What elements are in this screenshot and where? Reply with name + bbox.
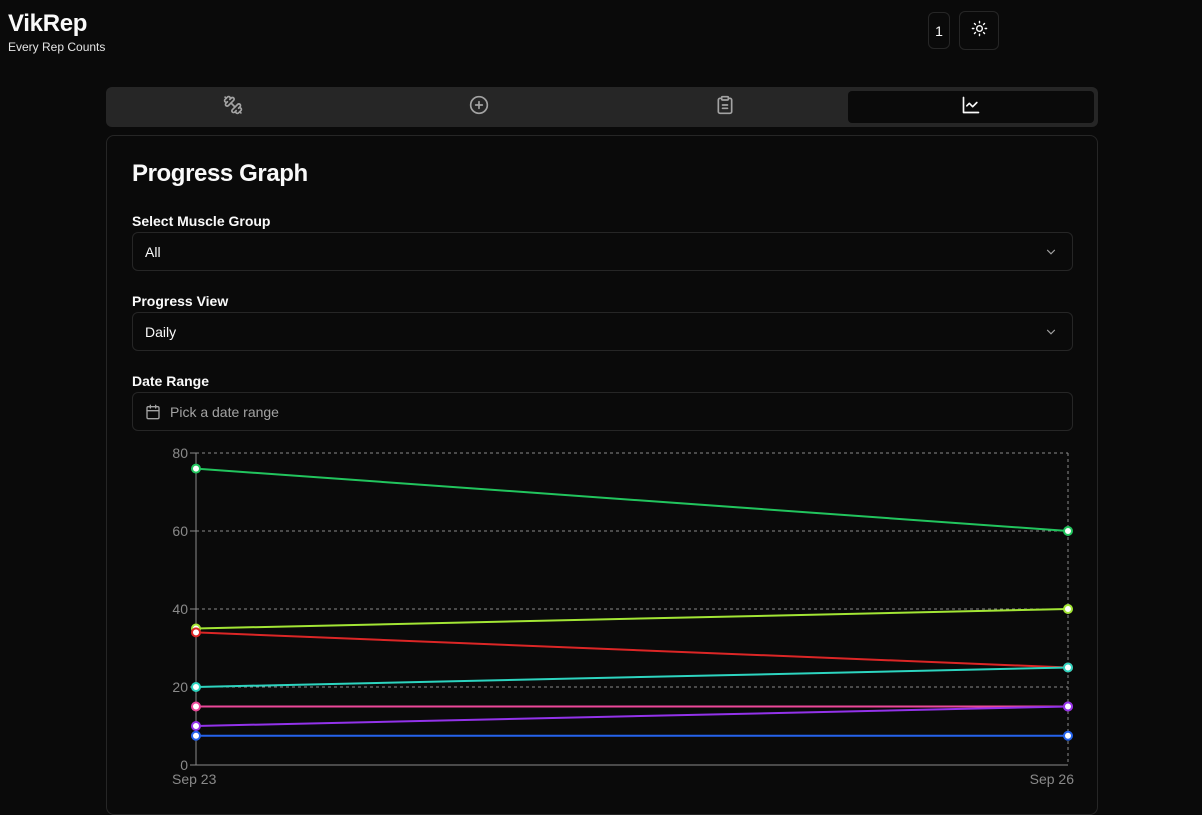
data-point: [1063, 662, 1073, 673]
series-line: [195, 467, 1069, 532]
x-tick-label: Sep 26: [1030, 771, 1075, 787]
series-line: [195, 666, 1069, 688]
data-point: [191, 463, 201, 474]
data-point: [1063, 730, 1073, 741]
data-point: [191, 627, 201, 638]
progress-line-chart: 020406080Sep 23 Sep 26: [172, 445, 1075, 787]
y-tick-label: 40: [172, 601, 188, 617]
data-point: [1063, 604, 1073, 614]
y-tick-label: 80: [172, 445, 188, 461]
data-point: [1063, 701, 1073, 712]
data-point: [191, 730, 201, 741]
data-point: [191, 701, 201, 712]
x-tick-label: Sep 23: [172, 771, 217, 787]
series-line: [195, 608, 1069, 630]
series-line: [195, 705, 1069, 727]
y-tick-label: 60: [172, 523, 188, 539]
y-tick-label: 20: [172, 679, 188, 695]
data-point: [191, 721, 201, 731]
series-line: [195, 631, 1069, 669]
data-point: [191, 682, 201, 692]
data-point: [1063, 526, 1073, 536]
